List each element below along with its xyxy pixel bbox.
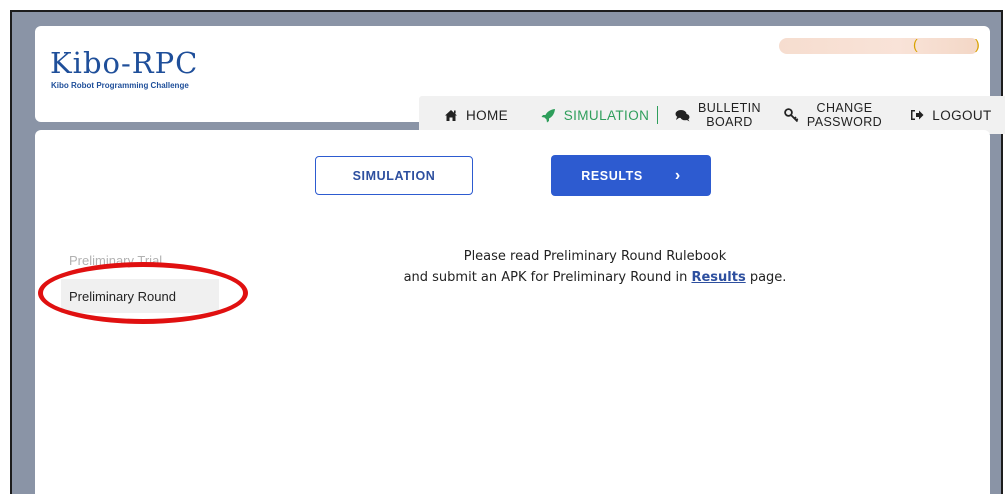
chevron-right-icon: › bbox=[674, 166, 681, 184]
nav-change-password-label: CHANGE PASSWORD bbox=[807, 101, 882, 129]
nav-logout[interactable]: LOGOUT bbox=[888, 96, 1005, 134]
main-nav: HOME SIMULATION BULLETIN BOARD CHANGE PA… bbox=[419, 96, 1005, 134]
message-line-2-end: page. bbox=[745, 270, 787, 285]
user-paren-close: ) bbox=[975, 36, 980, 52]
header: Kibo-RPC Kibo Robot Programming Challeng… bbox=[35, 26, 1005, 134]
sidebar-item-preliminary-round[interactable]: Preliminary Round bbox=[61, 279, 219, 313]
content-panel: SIMULATION RESULTS › Preliminary Trial P… bbox=[35, 130, 990, 494]
rocket-icon bbox=[541, 108, 556, 123]
nav-simulation[interactable]: SIMULATION bbox=[533, 96, 657, 134]
nav-bulletin-line2: BOARD bbox=[706, 115, 753, 129]
results-tab-button[interactable]: RESULTS › bbox=[551, 155, 711, 196]
logo-title[interactable]: Kibo-RPC bbox=[50, 46, 198, 80]
nav-change-password[interactable]: CHANGE PASSWORD bbox=[778, 96, 888, 134]
user-paren-open: ( bbox=[913, 36, 918, 52]
message-line-2: and submit an APK for Preliminary Round … bbox=[335, 267, 855, 288]
key-icon bbox=[784, 107, 799, 123]
nav-change-line1: CHANGE bbox=[816, 101, 873, 115]
logo-subtitle: Kibo Robot Programming Challenge bbox=[51, 81, 189, 90]
nav-home[interactable]: HOME bbox=[419, 96, 533, 134]
comments-icon bbox=[675, 109, 690, 122]
nav-bulletin-board-label: BULLETIN BOARD bbox=[698, 101, 761, 129]
home-icon bbox=[444, 109, 458, 122]
message-line-1: Please read Preliminary Round Rulebook bbox=[463, 249, 727, 264]
sidebar-item-preliminary-trial[interactable]: Preliminary Trial bbox=[61, 245, 219, 275]
nav-bulletin-board[interactable]: BULLETIN BOARD bbox=[658, 96, 778, 134]
nav-home-label: HOME bbox=[465, 107, 509, 123]
results-tab-label: RESULTS bbox=[581, 168, 643, 183]
instruction-message: Please read Preliminary Round Rulebook a… bbox=[335, 246, 855, 288]
simulation-tab-button[interactable]: SIMULATION bbox=[315, 156, 473, 195]
nav-bulletin-line1: BULLETIN bbox=[698, 101, 761, 115]
nav-simulation-label: SIMULATION bbox=[563, 107, 650, 123]
nav-change-line2: PASSWORD bbox=[806, 115, 883, 129]
nav-logout-label: LOGOUT bbox=[932, 107, 992, 123]
logout-icon bbox=[910, 109, 924, 121]
message-line-2-start: and submit an APK for Preliminary Round … bbox=[403, 270, 692, 285]
user-name-redacted: ( ) bbox=[779, 36, 980, 54]
results-link[interactable]: Results bbox=[691, 270, 745, 285]
